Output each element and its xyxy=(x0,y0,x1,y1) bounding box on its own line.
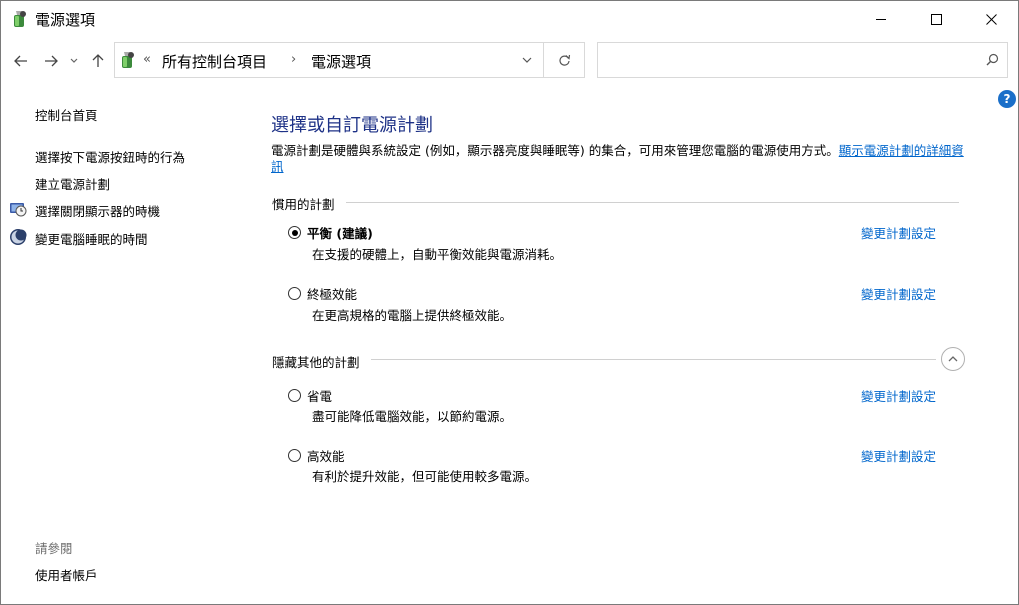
address-bar[interactable]: « 所有控制台項目 › 電源選項 xyxy=(114,42,585,78)
power-options-icon xyxy=(122,52,134,68)
page-description: 電源計劃是硬體與系統設定 (例如，顯示器亮度與睡眠等) 的集合，可用來管理您電腦… xyxy=(271,143,971,175)
forward-button[interactable] xyxy=(41,51,61,71)
chevron-down-icon xyxy=(522,57,532,63)
search-box[interactable] xyxy=(597,42,1008,78)
preferred-plans-divider xyxy=(346,202,959,203)
hidden-plans-divider xyxy=(371,359,936,360)
maximize-button[interactable] xyxy=(913,1,959,37)
plan-desc-power-saver: 盡可能降低電腦效能，以節約電源。 xyxy=(312,409,513,424)
plan-radio-power-saver[interactable] xyxy=(288,389,301,402)
up-arrow-icon xyxy=(92,54,104,67)
back-button[interactable] xyxy=(11,51,31,71)
page-title: 選擇或自訂電源計劃 xyxy=(271,115,433,136)
forward-arrow-icon xyxy=(45,55,58,67)
sidebar-item-change-sleep-time[interactable]: 變更電腦睡眠的時間 xyxy=(35,229,148,248)
plan-name-ultimate-performance[interactable]: 終極效能 xyxy=(307,284,357,303)
refresh-icon xyxy=(558,54,570,66)
title-bar: 電源選項 xyxy=(1,1,1018,37)
change-plan-settings-high-performance[interactable]: 變更計劃設定 xyxy=(861,446,936,465)
description-text: 電源計劃是硬體與系統設定 (例如，顯示器亮度與睡眠等) 的集合，可用來管理您電腦… xyxy=(271,143,839,158)
plan-name-power-saver[interactable]: 省電 xyxy=(307,386,332,405)
close-icon xyxy=(985,13,997,25)
help-icon[interactable]: ? xyxy=(998,90,1016,108)
sidebar-control-panel-home[interactable]: 控制台首頁 xyxy=(35,105,98,124)
change-plan-settings-power-saver[interactable]: 變更計劃設定 xyxy=(861,386,936,405)
sleep-moon-icon xyxy=(10,229,27,245)
see-also-label: 請參閱 xyxy=(35,541,73,556)
chevron-up-icon xyxy=(948,356,958,362)
change-plan-settings-ultimate-performance[interactable]: 變更計劃設定 xyxy=(861,284,936,303)
breadcrumb-separator[interactable]: › xyxy=(291,52,296,67)
power-options-icon xyxy=(14,11,26,27)
back-arrow-icon xyxy=(14,55,27,67)
plan-desc-high-performance: 有利於提升效能，但可能使用較多電源。 xyxy=(312,469,538,484)
sidebar-item-turn-off-display[interactable]: 選擇關閉顯示器的時機 xyxy=(35,201,160,220)
plan-name-balanced[interactable]: 平衡 (建議) xyxy=(307,223,373,242)
refresh-button[interactable] xyxy=(544,43,584,77)
recent-locations-button[interactable] xyxy=(66,51,82,71)
up-button[interactable] xyxy=(88,51,108,71)
plan-desc-balanced: 在支援的硬體上，自動平衡效能與電源消耗。 xyxy=(312,247,563,262)
address-dropdown-button[interactable] xyxy=(512,43,542,77)
minimize-icon xyxy=(875,18,886,20)
window-title: 電源選項 xyxy=(35,11,96,29)
sidebar-item-power-button-behavior[interactable]: 選擇按下電源按鈕時的行為 xyxy=(35,147,185,166)
monitor-clock-icon xyxy=(10,203,27,217)
close-button[interactable] xyxy=(968,1,1014,37)
sidebar-item-user-accounts[interactable]: 使用者帳戶 xyxy=(35,565,98,584)
search-icon xyxy=(986,53,999,66)
minimize-button[interactable] xyxy=(858,1,904,37)
hidden-plans-label: 隱藏其他的計劃 xyxy=(272,355,360,370)
breadcrumb-overflow-button[interactable]: « xyxy=(143,52,151,67)
chevron-down-icon xyxy=(70,58,78,63)
preferred-plans-label: 慣用的計劃 xyxy=(272,197,335,212)
plan-radio-balanced[interactable] xyxy=(288,226,301,239)
sidebar-item-create-power-plan[interactable]: 建立電源計劃 xyxy=(35,174,110,193)
plan-name-high-performance[interactable]: 高效能 xyxy=(307,446,345,465)
maximize-icon xyxy=(930,13,942,25)
breadcrumb-all-control-panel-items[interactable]: 所有控制台項目 xyxy=(162,51,267,72)
breadcrumb-power-options[interactable]: 電源選項 xyxy=(311,51,371,72)
change-plan-settings-balanced[interactable]: 變更計劃設定 xyxy=(861,223,936,242)
collapse-hidden-plans-button[interactable] xyxy=(941,347,965,371)
plan-radio-high-performance[interactable] xyxy=(288,449,301,462)
power-options-window: 電源選項 « 所有控制台項目 › 電源選項 ? 控制台首頁 選擇按下電源按鈕時的… xyxy=(0,0,1019,605)
plan-desc-ultimate-performance: 在更高規格的電腦上提供終極效能。 xyxy=(312,308,513,323)
plan-radio-ultimate-performance[interactable] xyxy=(288,287,301,300)
